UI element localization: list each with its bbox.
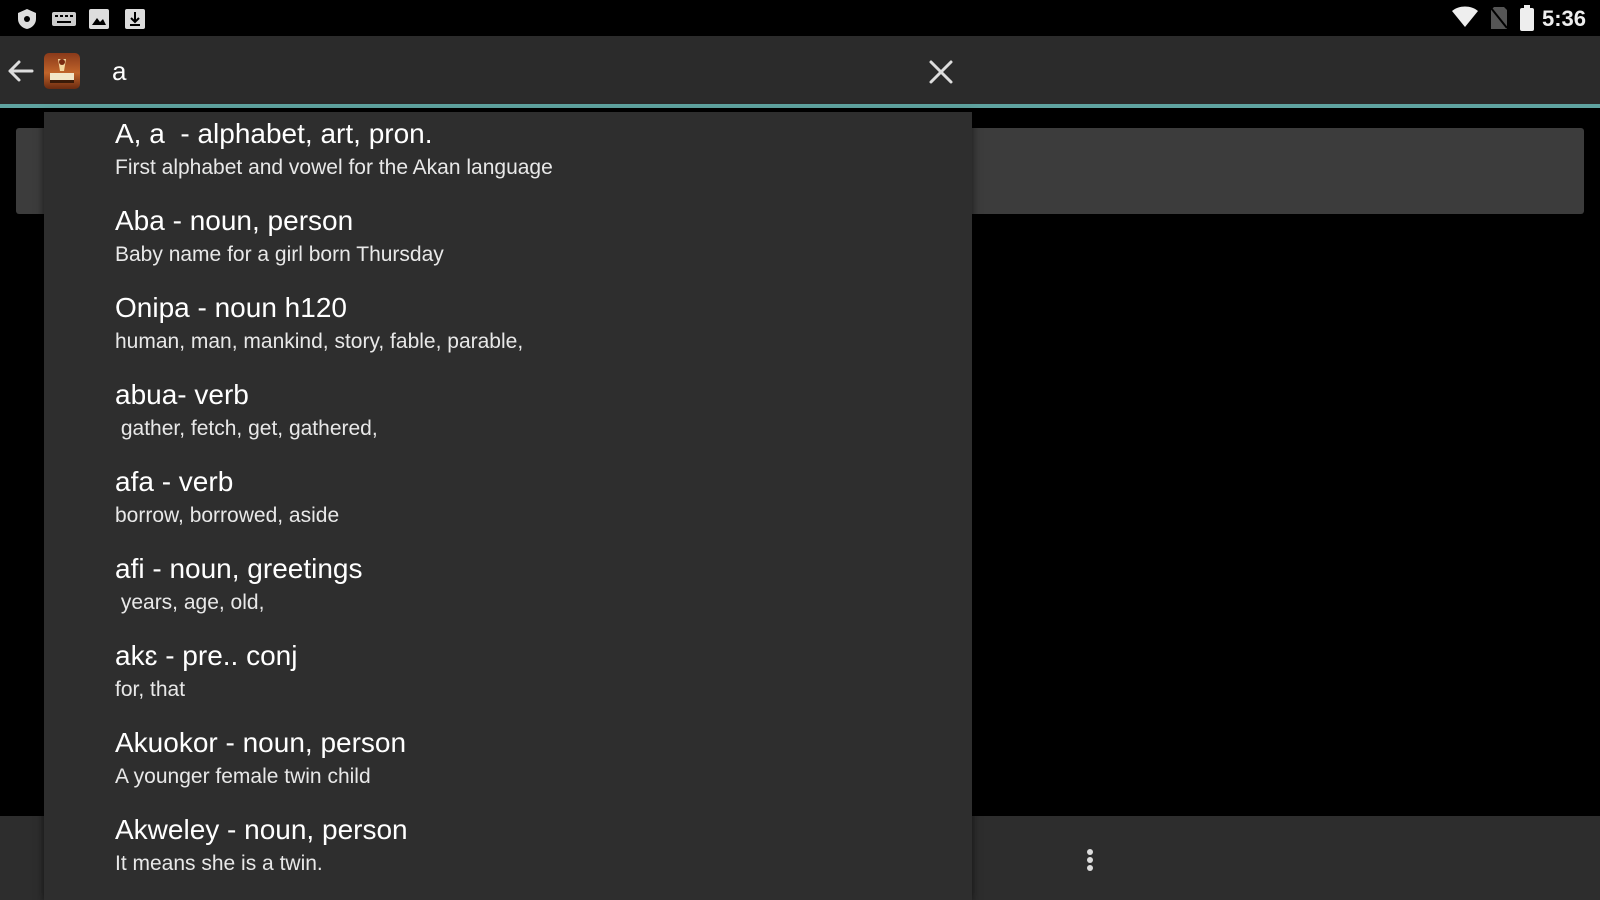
app-logo: [44, 53, 80, 89]
suggestion-item[interactable]: Onipa - noun h120 human, man, mankind, s…: [44, 286, 972, 373]
suggestion-title: Akweley - noun, person: [115, 814, 408, 845]
suggestion-title: A, a - alphabet, art, pron.: [115, 118, 433, 149]
suggestion-description: gather, fetch, get, gathered,: [115, 417, 378, 440]
shield-icon: [18, 9, 36, 29]
suggestion-description: borrow, borrowed, aside: [115, 504, 340, 527]
wifi-icon: [1452, 6, 1478, 27]
suggestion-title: Aba - noun, person: [115, 205, 354, 236]
suggestion-title: afa - verb: [115, 466, 234, 497]
battery-icon: [1520, 5, 1534, 31]
suggestion-item[interactable]: Aba - noun, person Baby name for a girl …: [44, 199, 972, 286]
suggestion-item[interactable]: Akweley - noun, person It means she is a…: [44, 808, 972, 895]
suggestion-title: akɛ - pre.. conj: [115, 640, 298, 671]
toolbar-accent-line: [0, 104, 1600, 108]
suggestion-description: human, man, mankind, story, fable, parab…: [115, 330, 524, 353]
download-icon: [125, 9, 145, 29]
suggestion-description: It means she is a twin.: [115, 852, 323, 875]
suggestion-description: A younger female twin child: [115, 765, 371, 788]
search-toolbar: [0, 36, 1600, 104]
suggestion-item[interactable]: afa - verb borrow, borrowed, aside: [44, 460, 972, 547]
suggestion-title: Onipa - noun h120: [115, 292, 347, 323]
keyboard-icon: [52, 12, 76, 26]
suggestion-title: abua- verb: [115, 379, 249, 410]
suggestion-title: Akuokor - noun, person: [115, 727, 407, 758]
suggestion-description: years, age, old,: [115, 591, 265, 614]
suggestion-title: afi - noun, greetings: [115, 553, 363, 584]
suggestion-description: First alphabet and vowel for the Akan la…: [115, 156, 553, 179]
suggestion-item[interactable]: afi - noun, greetings years, age, old,: [44, 547, 972, 634]
suggestion-item[interactable]: akɛ - pre.. conj for, that: [44, 634, 972, 721]
no-sim-icon: [1490, 7, 1508, 29]
close-icon[interactable]: [925, 56, 957, 88]
back-arrow-icon[interactable]: [4, 54, 38, 88]
overflow-menu-icon[interactable]: [1080, 844, 1100, 876]
status-time: 5:36: [1541, 6, 1586, 31]
suggestion-item[interactable]: abua- verb gather, fetch, get, gathered,: [44, 373, 972, 460]
suggestion-description: Baby name for a girl born Thursday: [115, 243, 444, 266]
app-logo-icon: [50, 59, 74, 83]
suggestion-item[interactable]: Akuokor - noun, person A younger female …: [44, 721, 972, 808]
image-icon: [89, 9, 109, 29]
suggestion-item[interactable]: A, a - alphabet, art, pron. First alphab…: [44, 112, 972, 199]
search-input[interactable]: [110, 50, 894, 92]
suggestion-description: for, that: [115, 678, 186, 701]
status-bar: 5:36: [0, 0, 1600, 36]
suggestion-dropdown: A, a - alphabet, art, pron. First alphab…: [44, 112, 972, 900]
